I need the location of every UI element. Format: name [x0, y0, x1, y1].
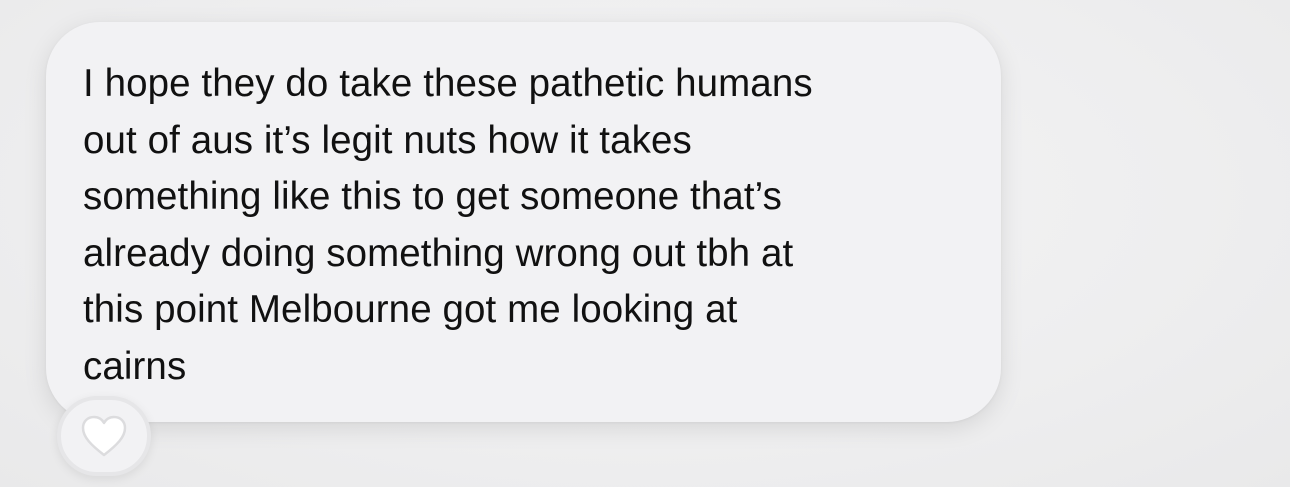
reaction-badge[interactable]	[57, 396, 151, 476]
message-bubble[interactable]: I hope they do take these pathetic human…	[46, 22, 1001, 422]
message-text: I hope they do take these pathetic human…	[83, 62, 813, 388]
heart-icon	[81, 415, 127, 457]
